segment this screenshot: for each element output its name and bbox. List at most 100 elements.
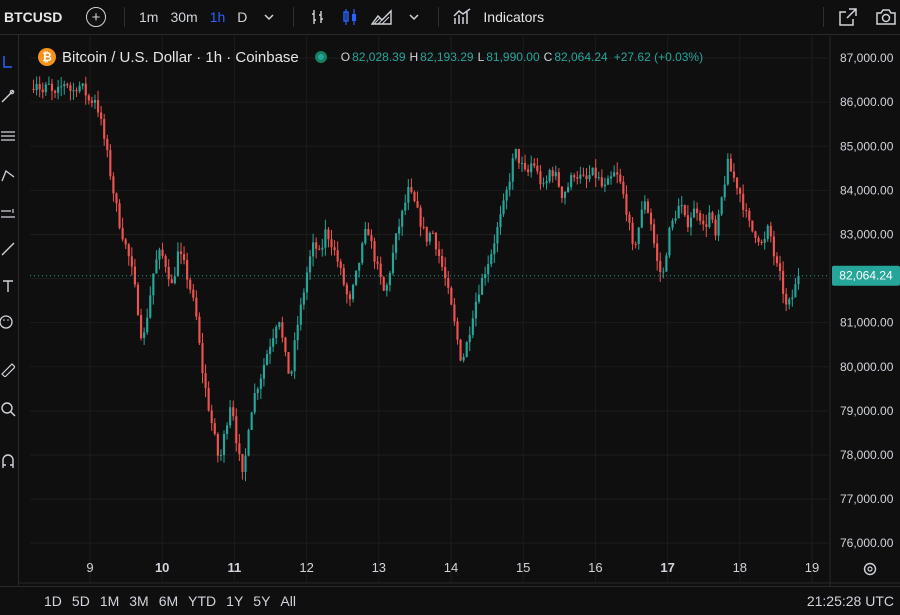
- candle-body: [754, 231, 757, 238]
- x-tick-label: 13: [372, 560, 386, 575]
- candle-body: [293, 340, 296, 372]
- candle-body: [219, 455, 223, 457]
- candle-body: [256, 388, 259, 394]
- candle-body: [591, 167, 594, 175]
- candle-body: [330, 239, 333, 248]
- candle-body: [696, 208, 699, 214]
- candle-body: [416, 201, 419, 208]
- candle-body: [502, 200, 505, 215]
- high-label: H: [409, 50, 419, 64]
- range-1y-button[interactable]: 1Y: [226, 593, 243, 609]
- candle-body: [717, 214, 720, 236]
- candle-body: [410, 187, 413, 193]
- candle-body: [668, 227, 671, 256]
- legend-title[interactable]: Bitcoin / U.S. Dollar · 1h · Coinbase: [62, 49, 299, 66]
- candle-body: [699, 213, 702, 221]
- y-tick-label: 86,000.00: [840, 95, 894, 109]
- candle-body: [437, 249, 441, 256]
- candle-body: [370, 235, 373, 242]
- candle-body: [170, 279, 173, 284]
- range-all-button[interactable]: All: [280, 593, 296, 609]
- candle-body: [548, 170, 551, 182]
- candle-body: [554, 172, 557, 177]
- range-5d-button[interactable]: 5D: [72, 593, 90, 609]
- range-5y-button[interactable]: 5Y: [253, 593, 270, 609]
- candle-body: [444, 266, 447, 279]
- candle-body: [480, 277, 484, 295]
- candle-body: [121, 227, 124, 240]
- candle-body: [425, 226, 428, 242]
- candle-body: [649, 212, 653, 225]
- candle-body: [757, 237, 760, 242]
- candle-body: [287, 352, 290, 374]
- candle-body: [404, 202, 407, 211]
- candle-body: [241, 454, 244, 472]
- candle-body: [702, 220, 705, 225]
- candle-body: [210, 410, 213, 424]
- candle-body: [772, 236, 775, 257]
- time-axis: 9 10 11 12 13 14 15 16 17 18 19: [86, 560, 877, 576]
- market-status-icon[interactable]: [314, 51, 327, 63]
- candle-body: [281, 322, 284, 338]
- y-tick-label: 80,000.00: [840, 360, 894, 374]
- candle-body: [355, 270, 358, 285]
- candle-body: [364, 228, 367, 244]
- last-price-line: 82,064.24: [30, 265, 900, 286]
- range-6m-button[interactable]: 6M: [159, 593, 178, 609]
- range-3m-button[interactable]: 3M: [129, 593, 148, 609]
- candle-body: [450, 287, 453, 305]
- candle-body: [339, 261, 342, 269]
- candle-body: [124, 239, 127, 245]
- candle-body: [57, 86, 60, 93]
- candle-body: [385, 285, 388, 291]
- high-value: 82,193.29: [420, 50, 474, 64]
- candle-body: [674, 218, 677, 221]
- candle-body: [775, 256, 779, 264]
- candle-body: [579, 174, 582, 179]
- candle-body: [96, 100, 100, 113]
- candle-body: [662, 271, 665, 273]
- candle-body: [493, 243, 496, 255]
- candle-body: [244, 455, 247, 472]
- range-1d-button[interactable]: 1D: [44, 593, 62, 609]
- candle-body: [576, 177, 579, 179]
- candle-body: [487, 264, 490, 275]
- candle-body: [44, 84, 47, 93]
- candle-body: [603, 184, 607, 187]
- range-1m-button[interactable]: 1M: [100, 593, 119, 609]
- candle-body: [530, 163, 533, 173]
- candle-body: [299, 304, 302, 325]
- candle-body: [63, 84, 66, 87]
- x-tick-label: 11: [228, 560, 242, 575]
- candle-body: [41, 89, 44, 93]
- candle-body: [468, 334, 471, 343]
- candle-body: [760, 241, 763, 243]
- candle-body: [616, 172, 619, 175]
- candle-body: [164, 256, 167, 267]
- candle-body: [551, 170, 554, 177]
- candle-body: [318, 248, 321, 250]
- candle-body: [714, 219, 717, 236]
- candle-body: [269, 346, 272, 355]
- candle-body: [625, 193, 628, 215]
- candle-body: [634, 243, 637, 245]
- candle-body: [582, 174, 585, 176]
- candle-body: [508, 181, 511, 190]
- candle-body: [459, 339, 462, 361]
- range-ytd-button[interactable]: YTD: [188, 593, 216, 609]
- candle-body: [66, 84, 69, 86]
- candle-body: [391, 252, 395, 274]
- candle-body: [496, 227, 499, 244]
- candle-body: [447, 278, 450, 288]
- candle-body: [686, 215, 689, 228]
- candle-body: [474, 301, 477, 319]
- candle-body: [388, 273, 391, 286]
- candle-body: [342, 268, 345, 285]
- candle-body: [229, 407, 232, 426]
- candle-body: [379, 263, 382, 278]
- utc-clock[interactable]: 21:25:28 UTC: [807, 593, 894, 609]
- x-tick-label: 16: [588, 560, 602, 575]
- candle-body: [308, 256, 312, 273]
- candle-body: [173, 276, 176, 284]
- price-chart[interactable]: 87,000.00 86,000.00 85,000.00 84,000.00 83,0…: [0, 0, 900, 586]
